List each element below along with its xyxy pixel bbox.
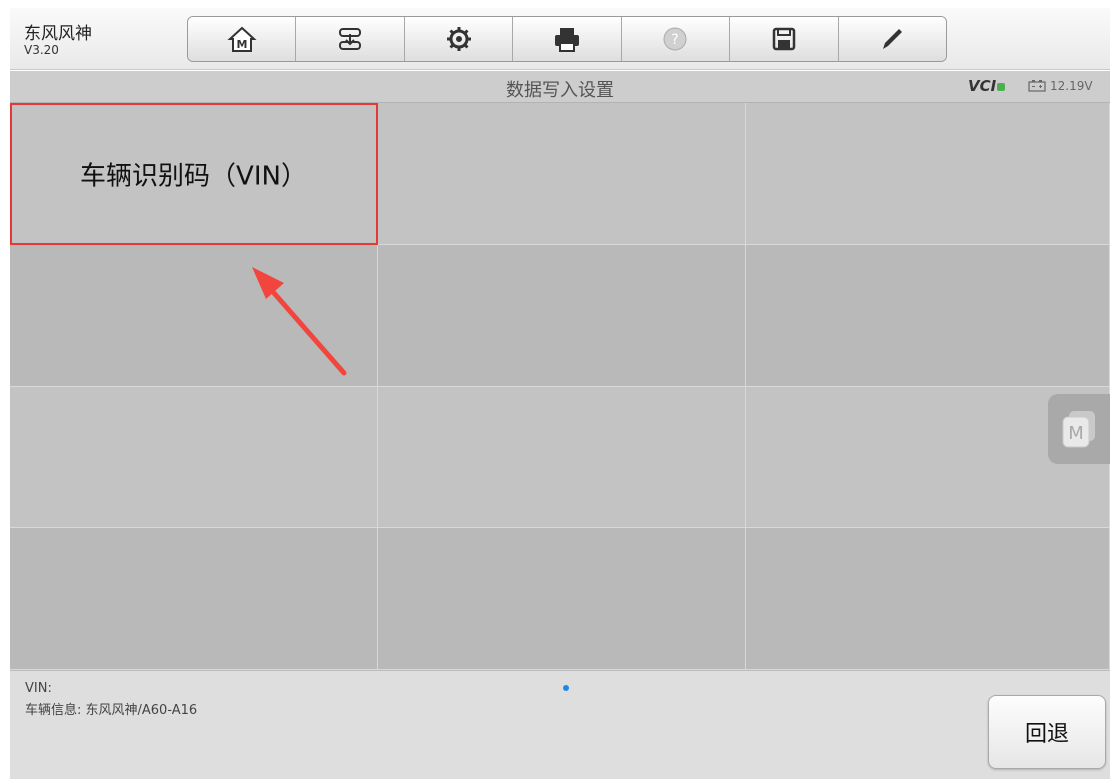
home-button[interactable]: M bbox=[188, 17, 297, 61]
vehicle-swap-icon bbox=[339, 28, 362, 50]
top-bar: 东风风神 V3.20 M ? bbox=[10, 8, 1110, 70]
vci-connected-icon bbox=[997, 82, 1006, 91]
svg-text:?: ? bbox=[672, 32, 679, 48]
grid-item-vin[interactable]: 车辆识别码（VIN） bbox=[10, 103, 378, 245]
print-button[interactable] bbox=[513, 17, 622, 61]
floating-menu-button[interactable]: M bbox=[1048, 394, 1110, 464]
app-version: V3.20 bbox=[24, 43, 59, 57]
grid-item-empty bbox=[378, 528, 746, 670]
title-bar: 数据写入设置 VCI 12.19V bbox=[10, 71, 1110, 103]
printer-icon bbox=[554, 28, 579, 52]
grid-item-empty bbox=[378, 387, 746, 528]
vin-label: VIN: bbox=[25, 681, 52, 696]
home-icon: M bbox=[227, 26, 257, 52]
vci-label: VCI bbox=[968, 77, 997, 95]
grid-item-empty bbox=[378, 103, 746, 245]
page-title: 数据写入设置 bbox=[506, 80, 614, 101]
edit-button[interactable] bbox=[838, 17, 946, 61]
help-button[interactable]: ? bbox=[621, 17, 731, 61]
grid-item-empty bbox=[746, 103, 1110, 245]
annotation-arrow bbox=[252, 267, 347, 376]
grid-item-empty bbox=[746, 528, 1110, 670]
pen-icon bbox=[883, 29, 903, 49]
grid-item-empty bbox=[746, 245, 1110, 387]
vci-status: VCI bbox=[968, 77, 1006, 95]
svg-text:M: M bbox=[236, 38, 247, 51]
svg-text:M: M bbox=[1068, 423, 1084, 444]
help-icon: ? bbox=[663, 27, 687, 51]
battery-icon bbox=[1028, 80, 1046, 92]
grid-item-label: 车辆识别码（VIN） bbox=[80, 161, 307, 191]
grid-item-empty bbox=[10, 528, 378, 670]
back-button[interactable]: 回退 bbox=[988, 695, 1106, 769]
save-button[interactable] bbox=[730, 17, 839, 61]
battery-voltage: 12.19V bbox=[1050, 79, 1093, 93]
page-indicator-dot bbox=[563, 685, 569, 691]
m-icon: M bbox=[1062, 411, 1095, 448]
vehicle-info: 车辆信息: 东风风神/A60-A16 bbox=[25, 703, 198, 718]
app-name: 东风风神 bbox=[24, 24, 92, 44]
grid-item-empty bbox=[10, 387, 378, 528]
save-icon bbox=[772, 27, 796, 51]
settings-button[interactable] bbox=[404, 17, 514, 61]
grid-item-empty bbox=[378, 245, 746, 387]
footer: VIN: 车辆信息: 东风风神/A60-A16 回退 bbox=[10, 670, 1110, 779]
vehicle-swap-button[interactable] bbox=[296, 17, 405, 61]
function-grid: 车辆识别码（VIN） bbox=[10, 103, 1110, 670]
toolbar: M ? bbox=[187, 16, 947, 62]
settings-gear-icon bbox=[446, 27, 471, 51]
